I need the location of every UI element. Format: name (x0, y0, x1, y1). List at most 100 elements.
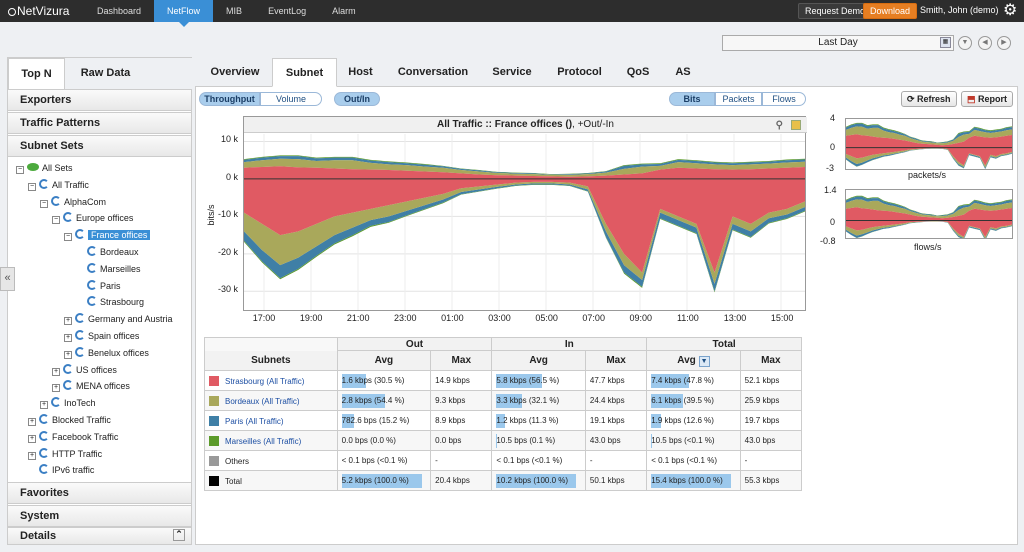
tree-item[interactable]: Marseilles (76, 261, 141, 277)
collapse-icon[interactable]: − (40, 199, 48, 208)
expand-up-icon[interactable]: ⌃ (173, 529, 185, 541)
app-logo[interactable]: NetVizura (8, 4, 69, 18)
table-row[interactable]: Bordeaux (All Traffic) 2.8 kbps (54.4 %) 9… (204, 390, 803, 411)
download-button[interactable]: Download (863, 3, 918, 19)
tab-subnet[interactable]: Subnet (272, 58, 337, 87)
tree-item[interactable]: + Blocked Traffic (28, 412, 111, 428)
section-favorites[interactable]: Favorites (8, 482, 191, 504)
section-traffic-patterns[interactable]: Traffic Patterns (8, 112, 191, 134)
expand-icon[interactable]: + (64, 350, 72, 359)
expand-icon[interactable]: + (64, 334, 72, 342)
tree-item[interactable]: − France offices (64, 227, 151, 243)
tab-conversation[interactable]: Conversation (388, 58, 478, 87)
throughput-toggle[interactable]: Throughput (199, 92, 260, 106)
subnet-name[interactable]: Paris (All Traffic) (225, 417, 284, 426)
subnet-cell[interactable]: Strasbourg (All Traffic) (204, 370, 338, 391)
subnet-name[interactable]: Marseilles (All Traffic) (225, 437, 301, 446)
bits-toggle[interactable]: Bits (669, 92, 715, 106)
section-exporters[interactable]: Exporters (8, 89, 191, 111)
tab-qos[interactable]: QoS (617, 58, 659, 87)
table-row[interactable]: Others < 0.1 bps (<0.1 %) - < 0.1 bps (<0.1… (204, 450, 803, 471)
section-subnet-sets[interactable]: Subnet Sets (8, 135, 191, 157)
tree-item[interactable]: + Germany and Austria (64, 311, 173, 327)
calendar-icon[interactable]: ▦ (940, 37, 951, 48)
table-row[interactable]: Paris (All Traffic) 782.6 bps (15.2 %) 8.9… (204, 410, 803, 431)
gear-icon[interactable]: ⚙ (1003, 2, 1017, 20)
expand-icon[interactable]: + (40, 401, 48, 410)
section-system[interactable]: System (8, 505, 191, 527)
table-row[interactable]: Strasbourg (All Traffic) 1.6 kbps (30.5 %… (204, 370, 803, 391)
tab-host[interactable]: Host (338, 58, 383, 87)
tab-protocol[interactable]: Protocol (546, 58, 613, 87)
flows-toggle[interactable]: Flows (762, 92, 806, 106)
zoom-icon[interactable]: ⚲ (776, 118, 783, 134)
dropdown-arrow-icon[interactable]: ▼ (958, 36, 972, 50)
col-subnets[interactable]: Subnets (204, 350, 338, 371)
tree-item[interactable]: + Facebook Traffic (28, 429, 118, 445)
user-menu[interactable]: Smith, John (demo) (920, 5, 999, 15)
sort-desc-icon[interactable]: ▼ (698, 355, 710, 367)
subnet-cell[interactable]: Marseilles (All Traffic) (204, 430, 338, 451)
nav-dashboard[interactable]: Dashboard (84, 0, 154, 22)
nav-netflow[interactable]: NetFlow (154, 0, 214, 27)
expand-icon[interactable]: + (52, 367, 60, 376)
expand-icon[interactable]: + (52, 384, 60, 393)
collapse-icon[interactable]: − (28, 182, 36, 191)
tree-item[interactable]: IPv6 traffic (28, 462, 94, 478)
tree-item[interactable]: + InoTech (40, 395, 96, 411)
date-range-select[interactable]: Last Day ▦ (722, 35, 954, 51)
tab-as[interactable]: AS (662, 58, 704, 87)
expand-icon[interactable]: + (64, 317, 72, 326)
next-period-icon[interactable]: ▶ (997, 36, 1011, 50)
collapse-sidebar-icon[interactable]: « (0, 267, 15, 291)
tree-item[interactable]: Strasbourg (76, 294, 144, 310)
tree-item[interactable]: Bordeaux (76, 244, 139, 260)
traffic-chart[interactable]: All Traffic :: France offices (), +Out/-… (243, 116, 807, 311)
section-details[interactable]: Details ⌃ (8, 527, 191, 545)
table-row[interactable]: Total 5.2 kbps (100.0 %) 20.4 kbps 10.2 kbp… (204, 470, 803, 491)
expand-icon[interactable]: + (28, 451, 36, 460)
tree-item[interactable]: Paris (76, 278, 121, 294)
flows-mini-chart[interactable] (845, 189, 1013, 241)
packets-mini-chart[interactable] (845, 118, 1013, 170)
volume-toggle[interactable]: Volume (260, 92, 322, 106)
col-out-avg[interactable]: Avg (336, 350, 432, 371)
subnet-name[interactable]: Strasbourg (All Traffic) (225, 377, 304, 386)
tab-overview[interactable]: Overview (198, 58, 272, 87)
tree-item[interactable]: + Benelux offices (64, 345, 149, 361)
tree-item[interactable]: + MENA offices (52, 378, 130, 394)
col-total-max[interactable]: Max (739, 350, 803, 371)
nav-alarm[interactable]: Alarm (319, 0, 369, 22)
tree-item[interactable]: + US offices (52, 362, 117, 378)
report-button[interactable]: ⬒ Report (961, 91, 1014, 107)
table-row[interactable]: Marseilles (All Traffic) 0.0 bps (0.0 %) 0… (204, 430, 803, 451)
subnet-cell[interactable]: Paris (All Traffic) (204, 410, 338, 431)
nav-mib[interactable]: MIB (213, 0, 255, 22)
tree-item[interactable]: − All Sets (16, 160, 73, 176)
request-demo-button[interactable]: Request Demo (798, 3, 873, 19)
chart-type-icon[interactable] (791, 120, 801, 130)
tree-item[interactable]: − All Traffic (28, 177, 89, 193)
col-out-max[interactable]: Max (430, 350, 493, 371)
previous-period-icon[interactable]: ◀ (978, 36, 992, 50)
col-in-max[interactable]: Max (584, 350, 648, 371)
expand-icon[interactable]: + (28, 434, 36, 443)
collapse-icon[interactable]: − (64, 233, 72, 242)
subnet-name[interactable]: Bordeaux (All Traffic) (225, 397, 300, 406)
packets-toggle[interactable]: Packets (715, 92, 762, 106)
tab-top-n[interactable]: Top N (8, 58, 65, 89)
out-in-toggle[interactable]: Out/In (334, 92, 380, 106)
col-in-avg[interactable]: Avg (491, 350, 586, 371)
tree-item[interactable]: − Europe offices (52, 210, 133, 226)
subnet-cell[interactable]: Bordeaux (All Traffic) (204, 390, 338, 411)
expand-icon[interactable]: + (28, 418, 36, 426)
collapse-icon[interactable]: − (16, 166, 24, 174)
tree-item[interactable]: − AlphaCom (40, 194, 106, 210)
tree-item[interactable]: + Spain offices (64, 328, 139, 344)
collapse-icon[interactable]: − (52, 216, 60, 225)
col-total-avg[interactable]: Avg ▼ (646, 350, 741, 371)
nav-eventlog[interactable]: EventLog (255, 0, 319, 22)
tree-item[interactable]: + HTTP Traffic (28, 446, 102, 462)
tab-raw-data[interactable]: Raw Data (68, 58, 143, 89)
refresh-button[interactable]: ⟳ Refresh (901, 91, 957, 107)
